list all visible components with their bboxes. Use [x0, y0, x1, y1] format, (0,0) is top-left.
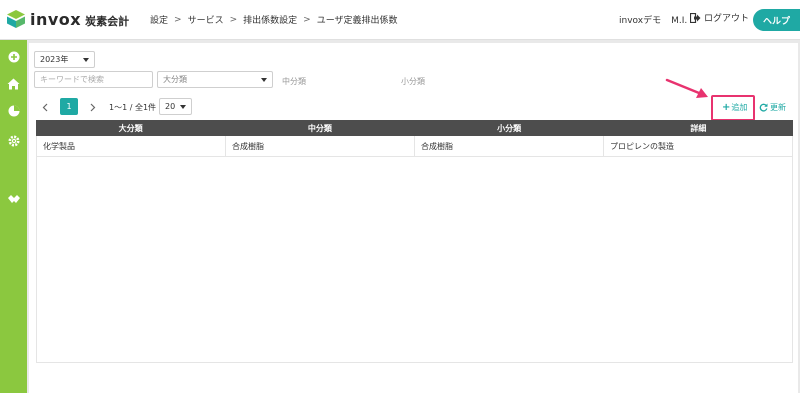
column-header-detail: 詳細 — [690, 123, 707, 133]
per-page-value: 20 — [165, 102, 176, 111]
per-page-select[interactable]: 20 — [159, 98, 192, 115]
home-icon[interactable] — [6, 76, 21, 91]
chevron-right-icon: > — [174, 14, 182, 25]
table-cell: プロピレンの製造 — [610, 141, 674, 151]
logout-icon — [690, 12, 701, 23]
year-select[interactable]: 2023年 — [34, 51, 95, 68]
table-header: 大分類 中分類 小分類 詳細 — [36, 120, 793, 136]
result-count: 1〜1 / 全1件 — [109, 103, 157, 112]
page-number-button[interactable]: 1 — [60, 98, 78, 115]
column-header-large: 大分類 — [118, 123, 143, 133]
app-logo[interactable]: invox 炭素会計 — [6, 9, 129, 29]
year-select-value: 2023年 — [40, 55, 69, 64]
next-page-icon[interactable] — [88, 101, 98, 113]
logout-label: ログアウト — [704, 14, 750, 24]
prev-page-icon[interactable] — [40, 101, 50, 113]
category-small-select[interactable]: 小分類 — [401, 76, 425, 87]
refresh-button[interactable]: 更新 — [759, 102, 786, 113]
user-info: invoxデモ M.I. — [619, 13, 687, 26]
emission-factor-table: 大分類 中分類 小分類 詳細 化学製品 合成樹脂 合成樹脂 プロピレンの製造 — [36, 120, 793, 363]
breadcrumb-item-settings[interactable]: 設定 — [150, 13, 168, 26]
annotation-arrow-icon — [665, 78, 708, 98]
sidebar — [0, 40, 27, 393]
table-body: 化学製品 合成樹脂 合成樹脂 プロピレンの製造 — [36, 136, 793, 363]
add-label: 追加 — [731, 103, 748, 112]
chevron-right-icon: > — [229, 14, 238, 25]
table-cell: 合成樹脂 — [415, 136, 604, 156]
table-row[interactable]: 化学製品 合成樹脂 合成樹脂 プロピレンの製造 — [37, 136, 792, 157]
top-header: invox 炭素会計 設定 > サービス > 排出係数設定 > ユーザ定義排出係… — [0, 0, 800, 40]
main-panel: 2023年 大分類 中分類 小分類 1 1〜1 / 全1件 20 + 追加 更新 — [29, 43, 798, 393]
gear-icon[interactable] — [6, 133, 21, 148]
breadcrumb-item-user-defined: ユーザ定義排出係数 — [316, 16, 398, 26]
plus-circle-icon[interactable] — [6, 49, 21, 64]
pie-chart-icon[interactable] — [6, 103, 21, 118]
chevron-right-icon: > — [303, 14, 311, 25]
category-mid-select[interactable]: 中分類 — [282, 76, 306, 87]
column-header-small: 小分類 — [497, 123, 522, 133]
caret-down-icon — [261, 78, 267, 82]
breadcrumb: 設定 > サービス > 排出係数設定 > ユーザ定義排出係数 — [150, 13, 398, 27]
plus-icon: + — [722, 102, 731, 113]
column-header-mid: 中分類 — [307, 123, 332, 133]
breadcrumb-item-service[interactable]: サービス — [188, 13, 224, 26]
refresh-label: 更新 — [770, 103, 786, 112]
breadcrumb-item-emission-factor[interactable]: 排出係数設定 — [243, 13, 297, 26]
caret-down-icon — [83, 58, 89, 62]
keyword-search-input[interactable] — [34, 71, 153, 88]
user-name: M.I. — [671, 16, 688, 26]
logo-cube-icon — [7, 10, 25, 28]
table-cell: 合成樹脂 — [226, 136, 415, 156]
category-large-select[interactable]: 大分類 — [157, 71, 273, 88]
table-cell: 化学製品 — [37, 136, 226, 156]
logo-subtitle: 炭素会計 — [85, 14, 130, 28]
add-button[interactable]: + 追加 — [722, 102, 747, 113]
logout-button[interactable]: ログアウト — [690, 11, 749, 24]
help-button[interactable]: ヘルプ — [753, 9, 800, 31]
category-large-value: 大分類 — [163, 75, 187, 84]
handshake-icon[interactable] — [6, 192, 21, 207]
caret-down-icon — [180, 105, 186, 109]
org-name: invoxデモ — [619, 16, 662, 26]
logo-text: invox — [30, 9, 82, 29]
refresh-icon — [759, 103, 768, 112]
